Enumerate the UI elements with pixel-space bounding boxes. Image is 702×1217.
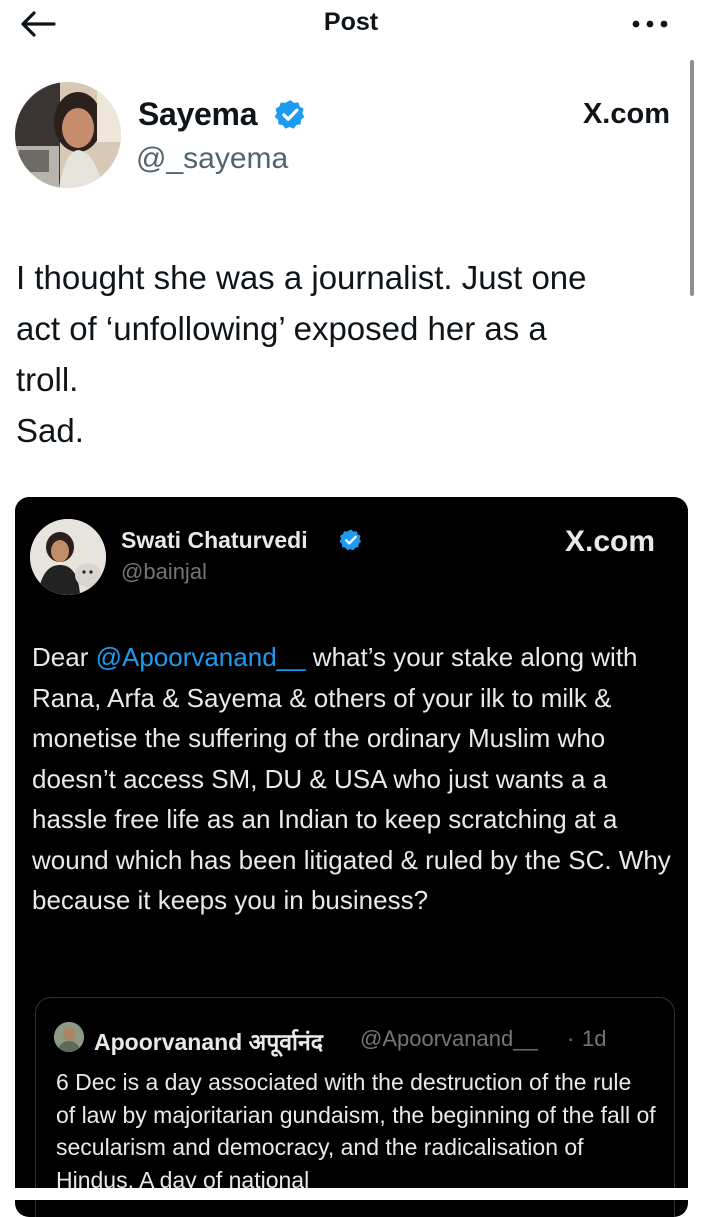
embedded-post-card[interactable]: Swati Chaturvedi @bainjal X.com Dear @Ap… [15,497,688,1217]
author-handle[interactable]: @_sayema [136,142,288,176]
embedded-author-avatar [30,519,106,595]
embedded-author-handle: @bainjal [121,559,207,584]
post-text-line: I thought she was a journalist. Just one [16,259,587,296]
verified-badge-icon [339,529,361,551]
embedded-post-text: Dear @Apoorvanand__ what’s your stake al… [32,637,677,921]
top-bar: Post [0,0,702,48]
post-text-line: Sad. [16,412,84,449]
source-label: X.com [582,98,670,130]
separator-dot: · [567,1026,575,1051]
post-text-line: act of ‘unfollowing’ exposed her as a [16,310,547,347]
embedded-text-prefix: Dear [32,642,96,672]
quoted-post[interactable]: Apoorvanand अपूर्वानंद @Apoorvanand__ · … [35,997,675,1217]
scrollbar[interactable] [690,60,694,296]
post-text-line: troll. [16,361,79,398]
author-avatar[interactable] [15,82,121,188]
post-text: I thought she was a journalist. Just one… [16,252,686,456]
more-options-button[interactable] [628,10,672,38]
quoted-author-avatar [54,1022,84,1052]
quoted-author-handle: @Apoorvanand__ [360,1026,538,1051]
author-name[interactable]: Sayema [138,96,257,133]
embedded-text-body: what’s your stake along with Rana, Arfa … [32,642,671,915]
bottom-edge [0,1188,702,1200]
more-horizontal-icon [632,20,668,28]
verified-badge-icon [274,100,305,129]
mention-link[interactable]: @Apoorvanand__ [96,642,306,672]
quoted-post-time: 1d [582,1026,607,1051]
embedded-source-label: X.com [564,525,655,558]
quoted-post-text: 6 Dec is a day associated with the destr… [56,1069,656,1193]
page-title: Post [323,8,379,36]
quoted-author-name: Apoorvanand अपूर्वानंद [94,1029,323,1055]
embedded-author-name: Swati Chaturvedi [121,527,308,553]
